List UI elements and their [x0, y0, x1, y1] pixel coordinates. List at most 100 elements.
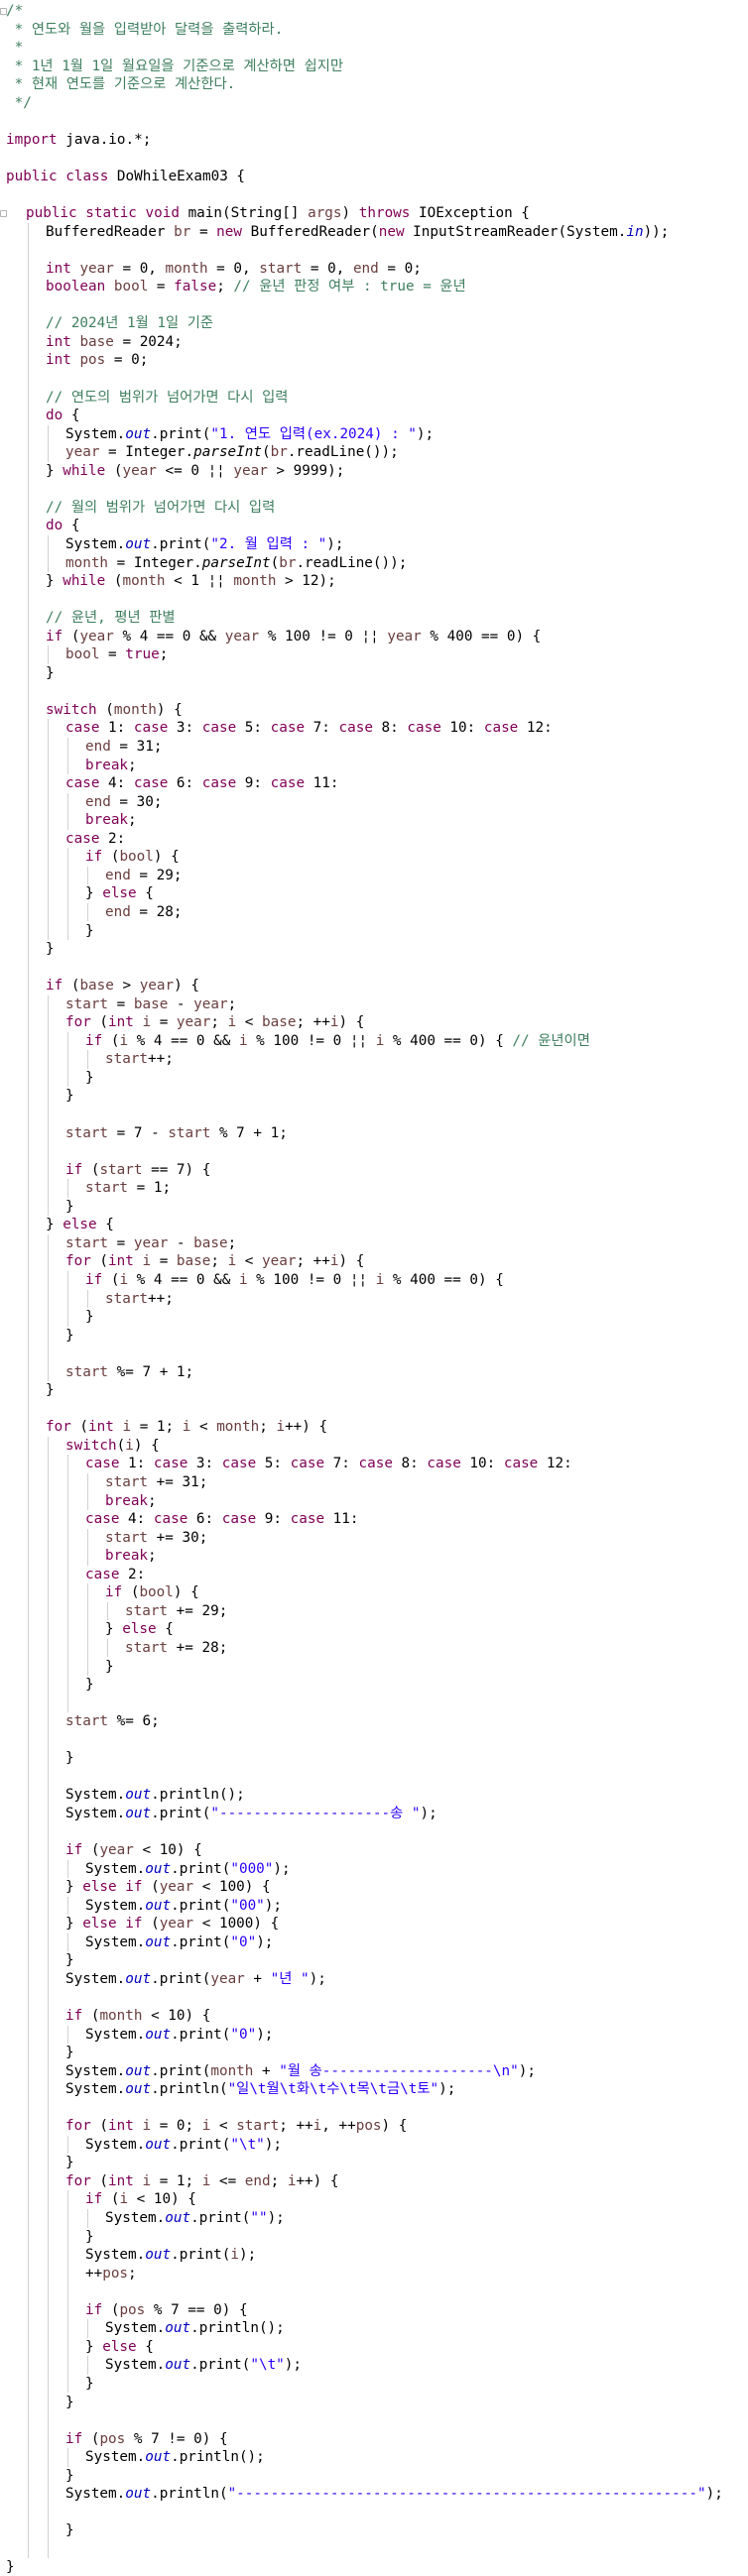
code-line[interactable]: if (i < 10) { [85, 2190, 196, 2208]
code-line[interactable]: } while (month < 1 ¦¦ month > 12); [46, 572, 336, 590]
code-line[interactable]: start = base - year; [65, 995, 236, 1013]
code-line[interactable]: start += 29; [125, 1602, 227, 1620]
code-line[interactable]: if (i % 4 == 0 && i % 100 != 0 ¦¦ i % 40… [85, 1271, 504, 1289]
code-line[interactable]: } [85, 2375, 94, 2393]
code-line[interactable]: } [85, 1069, 94, 1087]
code-line[interactable]: if (bool) { [105, 1583, 199, 1601]
code-line[interactable]: } else { [46, 1216, 114, 1233]
code-line[interactable]: System.out.print("000"); [85, 1860, 291, 1878]
code-line[interactable]: System.out.print("--------------------송 … [65, 1805, 437, 1822]
code-line[interactable]: * [6, 39, 24, 57]
code-line[interactable]: int year = 0, month = 0, start = 0, end … [46, 260, 422, 278]
code-line[interactable]: System.out.print(year + "년 "); [65, 1970, 326, 1988]
code-line[interactable]: end = 28; [105, 903, 182, 921]
code-line[interactable]: } [65, 1749, 74, 1767]
code-line[interactable]: /* [6, 2, 23, 20]
code-line[interactable]: System.out.print("\t"); [85, 2136, 282, 2154]
code-line[interactable]: // 2024년 1월 1일 기준 [46, 314, 213, 332]
code-line[interactable]: System.out.println(); [105, 2319, 285, 2337]
code-line[interactable]: end = 31; [85, 738, 162, 756]
code-line[interactable]: for (int i = 0; i < start; ++i, ++pos) { [65, 2117, 407, 2135]
code-line[interactable]: break; [85, 811, 137, 829]
code-line[interactable]: } [65, 2467, 74, 2485]
code-line[interactable]: } [65, 1198, 74, 1216]
code-line[interactable]: start++; [105, 1050, 174, 1068]
code-line[interactable]: System.out.print("0"); [85, 2026, 273, 2044]
code-editor[interactable]: /* * 연도와 월을 입력받아 달력을 출력하라. * * 1년 1월 1일 … [0, 0, 748, 2575]
code-line[interactable]: System.out.print(""); [105, 2209, 285, 2227]
code-line[interactable]: year = Integer.parseInt(br.readLine()); [65, 443, 399, 461]
code-line[interactable]: end = 30; [85, 793, 162, 811]
code-line[interactable]: } [85, 1308, 94, 1326]
code-line[interactable]: System.out.println(); [65, 1786, 245, 1804]
code-line[interactable]: * 현재 연도를 기준으로 계산한다. [6, 75, 236, 93]
code-line[interactable]: start %= 7 + 1; [65, 1363, 193, 1381]
code-line[interactable]: System.out.print("1. 연도 입력(ex.2024) : ")… [65, 425, 434, 443]
code-line[interactable]: // 연도의 범위가 넘어가면 다시 입력 [46, 389, 288, 407]
fold-toggle-icon[interactable] [0, 210, 7, 218]
code-line[interactable]: } [105, 1658, 114, 1676]
code-line[interactable]: break; [105, 1492, 157, 1510]
code-line[interactable]: } [65, 2521, 74, 2539]
code-line[interactable]: if (pos % 7 != 0) { [65, 2430, 228, 2448]
code-line[interactable]: case 4: case 6: case 9: case 11: [65, 774, 339, 792]
code-line[interactable]: if (base > year) { [46, 977, 199, 995]
code-line[interactable]: // 월의 범위가 넘어가면 다시 입력 [46, 499, 275, 517]
code-line[interactable]: } while (year <= 0 ¦¦ year > 9999); [46, 462, 344, 480]
code-line[interactable]: BufferedReader br = new BufferedReader(n… [46, 223, 669, 241]
code-line[interactable]: end = 29; [105, 867, 182, 884]
code-line[interactable]: // 윤년, 평년 판별 [46, 609, 176, 627]
code-line[interactable]: if (start == 7) { [65, 1161, 210, 1179]
code-line[interactable]: } else { [85, 2338, 154, 2356]
code-line[interactable]: start++; [105, 1290, 174, 1308]
code-line[interactable]: } [65, 2044, 74, 2061]
code-line[interactable]: case 2: [85, 1566, 145, 1583]
code-line[interactable]: boolean bool = false; // 윤년 판정 여부 : true… [46, 278, 466, 295]
code-line[interactable]: case 4: case 6: case 9: case 11: [85, 1510, 359, 1528]
code-line[interactable]: } [85, 1676, 94, 1694]
code-line[interactable]: System.out.print(month + "월 송-----------… [65, 2062, 536, 2080]
code-line[interactable]: System.out.println(); [85, 2448, 265, 2466]
code-line[interactable]: break; [85, 757, 137, 774]
code-line[interactable]: */ [6, 94, 32, 112]
code-line[interactable]: if (i % 4 == 0 && i % 100 != 0 ¦¦ i % 40… [85, 1032, 590, 1050]
code-line[interactable]: } else if (year < 100) { [65, 1878, 271, 1896]
code-line[interactable]: System.out.print("00"); [85, 1897, 282, 1915]
code-line[interactable]: } [65, 1327, 74, 1345]
code-line[interactable]: break; [105, 1547, 157, 1565]
code-line[interactable]: for (int i = base; i < year; ++i) { [65, 1252, 364, 1270]
code-line[interactable]: start = 1; [85, 1179, 171, 1197]
code-line[interactable]: import java.io.*; [6, 131, 151, 149]
code-line[interactable]: if (year < 10) { [65, 1841, 202, 1859]
code-line[interactable]: } [85, 2228, 94, 2246]
code-line[interactable]: ++pos; [85, 2265, 137, 2283]
code-line[interactable]: System.out.print("\t"); [105, 2356, 302, 2374]
code-line[interactable]: switch(i) { [65, 1437, 160, 1455]
code-line[interactable]: } [6, 2558, 15, 2576]
code-line[interactable]: System.out.println("일\t월\t화\t수\t목\t금\t토"… [65, 2080, 455, 2098]
code-line[interactable]: start += 28; [125, 1639, 227, 1657]
code-line[interactable]: switch (month) { [46, 701, 183, 719]
fold-toggle-icon[interactable] [0, 8, 7, 15]
code-line[interactable]: case 2: [65, 830, 125, 848]
code-line[interactable]: do { [46, 517, 79, 534]
code-line[interactable]: } [46, 940, 55, 958]
code-line[interactable]: System.out.print("2. 월 입력 : "); [65, 535, 344, 553]
code-line[interactable]: } else { [105, 1620, 174, 1638]
code-line[interactable]: bool = true; [65, 645, 168, 663]
code-line[interactable]: if (bool) { [85, 848, 180, 866]
code-line[interactable]: int base = 2024; [46, 333, 183, 351]
code-line[interactable]: System.out.println("--------------------… [65, 2485, 723, 2503]
code-line[interactable]: } [65, 2154, 74, 2171]
code-line[interactable]: start %= 6; [65, 1712, 160, 1730]
code-line[interactable]: do { [46, 407, 79, 424]
code-line[interactable]: } [65, 1087, 74, 1105]
code-line[interactable]: } [46, 1381, 55, 1399]
code-line[interactable]: System.out.print("0"); [85, 1933, 273, 1951]
code-line[interactable]: start += 30; [105, 1529, 207, 1547]
code-line[interactable]: for (int i = 1; i < month; i++) { [46, 1418, 327, 1436]
code-line[interactable]: if (year % 4 == 0 && year % 100 != 0 ¦¦ … [46, 628, 541, 645]
code-line[interactable]: } else if (year < 1000) { [65, 1915, 279, 1932]
code-line[interactable]: month = Integer.parseInt(br.readLine()); [65, 554, 407, 572]
code-line[interactable]: for (int i = year; i < base; ++i) { [65, 1013, 364, 1031]
